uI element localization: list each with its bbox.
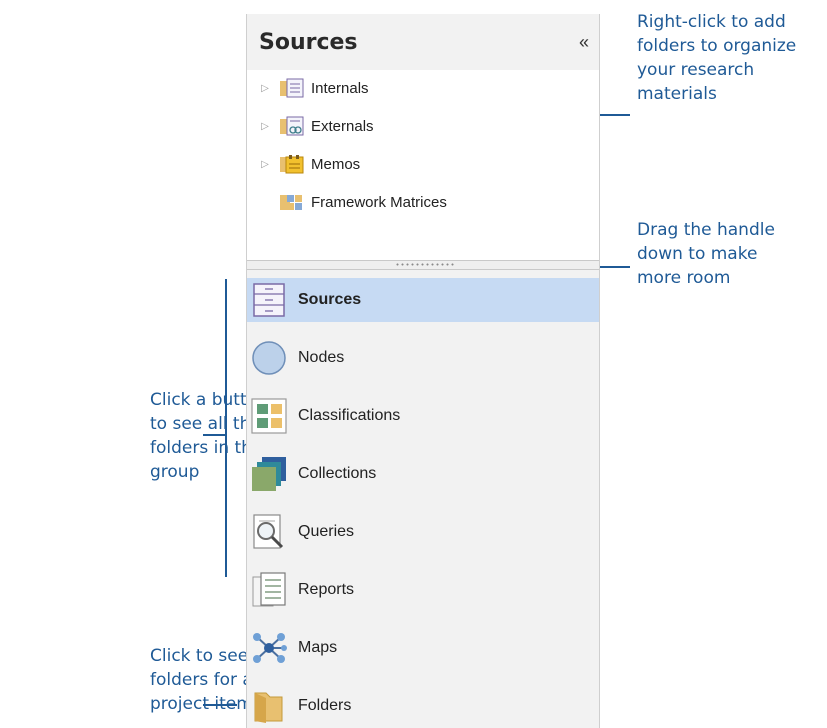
annotation-click-button-line [203, 434, 225, 436]
nav-button-label: Classifications [298, 407, 401, 424]
nav-button-label: Maps [298, 639, 338, 656]
expander-icon[interactable]: ▷ [257, 159, 273, 170]
nav-button-label: Reports [298, 581, 355, 598]
nav-button-reports[interactable]: Reports [247, 568, 599, 612]
nav-button-sources[interactable]: Sources [247, 278, 599, 322]
collections-icon [252, 457, 286, 491]
nav-button-folders[interactable]: Folders [247, 684, 599, 728]
internals-folder-icon [280, 78, 304, 98]
folders-icon [254, 692, 283, 723]
tree-item-externals[interactable]: ▷ Externals [247, 113, 374, 139]
memos-folder-icon [280, 155, 304, 174]
nav-button-label: Nodes [298, 349, 345, 366]
maps-icon [253, 633, 287, 663]
expander-icon[interactable]: ▷ [257, 83, 273, 94]
nav-button-label: Sources [298, 291, 362, 308]
annotation-drag-handle: Drag the handle down to make more room [637, 220, 775, 288]
annotation-right-click: Right-click to add folders to organize y… [637, 12, 797, 104]
nav-button-label: Queries [298, 523, 355, 540]
nav-button-queries[interactable]: Queries [247, 510, 599, 554]
nav-button-label: Collections [298, 465, 377, 482]
nav-button-nodes[interactable]: Nodes [247, 336, 599, 380]
collapse-panel-button[interactable]: « [579, 32, 589, 53]
resize-handle[interactable] [247, 260, 599, 270]
nav-button-collections[interactable]: Collections [247, 452, 599, 496]
nav-button-classifications[interactable]: Classifications [247, 394, 599, 438]
tree-item-framework-matrices[interactable]: Framework Matrices [247, 189, 447, 215]
classifications-icon [251, 398, 287, 434]
tree-item-label: Externals [311, 117, 374, 135]
framework-matrices-folder-icon [280, 195, 302, 210]
reports-icon [252, 572, 286, 607]
externals-folder-icon [280, 116, 304, 136]
panel-header: Sources « [247, 14, 599, 70]
navigation-buttons: Sources Nodes Classifications Collection… [247, 270, 599, 728]
tree-item-label: Framework Matrices [311, 193, 447, 211]
navigation-panel: Sources « ▷ Internals ▷ Externals ▷ Memo… [246, 14, 600, 728]
nav-button-label: Folders [298, 697, 352, 714]
tree-item-label: Memos [311, 155, 361, 173]
nav-button-maps[interactable]: Maps [247, 626, 599, 670]
grip-icon [395, 263, 455, 266]
queries-icon [253, 514, 284, 549]
expander-icon[interactable]: ▷ [257, 121, 273, 132]
tree-item-memos[interactable]: ▷ Memos [247, 151, 360, 177]
nodes-icon [252, 341, 286, 375]
tree-item-label: Internals [311, 79, 369, 97]
annotation-click-folders-line [203, 704, 237, 706]
annotation-click-button-bracket [225, 279, 227, 577]
tree-item-internals[interactable]: ▷ Internals [247, 75, 369, 101]
sources-icon [253, 283, 285, 317]
panel-title: Sources [259, 30, 358, 55]
